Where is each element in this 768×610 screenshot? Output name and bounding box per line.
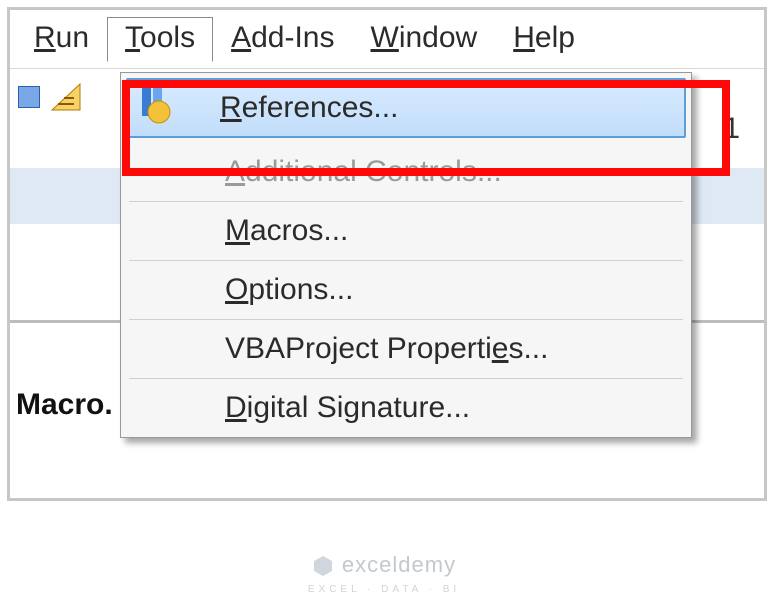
tools-macros[interactable]: Macros...: [129, 202, 683, 261]
tools-vbaproject-properties[interactable]: VBAProject Properties...: [129, 320, 683, 379]
menu-window[interactable]: Window: [353, 17, 496, 61]
tools-options[interactable]: Options...: [129, 261, 683, 320]
menu-bar: Run Tools Add-Ins Window Help: [10, 10, 764, 69]
toolbar-field-value: 1: [723, 112, 740, 146]
tools-digital-signature[interactable]: Digital Signature...: [129, 379, 683, 437]
design-mode-icon[interactable]: [50, 82, 84, 112]
menu-help[interactable]: Help: [495, 17, 593, 61]
references-icon: [136, 84, 176, 132]
menu-run[interactable]: Run: [16, 17, 107, 61]
editor-window: Run Tools Add-Ins Window Help 1 Mac: [7, 7, 767, 501]
menu-addins[interactable]: Add-Ins: [213, 17, 352, 61]
menu-tools[interactable]: Tools: [107, 17, 213, 62]
break-icon[interactable]: [18, 86, 40, 108]
macro-label: Macro.: [16, 388, 113, 422]
watermark-logo-icon: [312, 554, 334, 582]
tools-additional-controls: Additional Controls...: [129, 143, 683, 202]
watermark: exceldemy EXCEL · DATA · BI: [0, 552, 768, 595]
tools-references[interactable]: References...: [126, 78, 686, 138]
tools-dropdown: References... Additional Controls... Mac…: [120, 72, 692, 438]
